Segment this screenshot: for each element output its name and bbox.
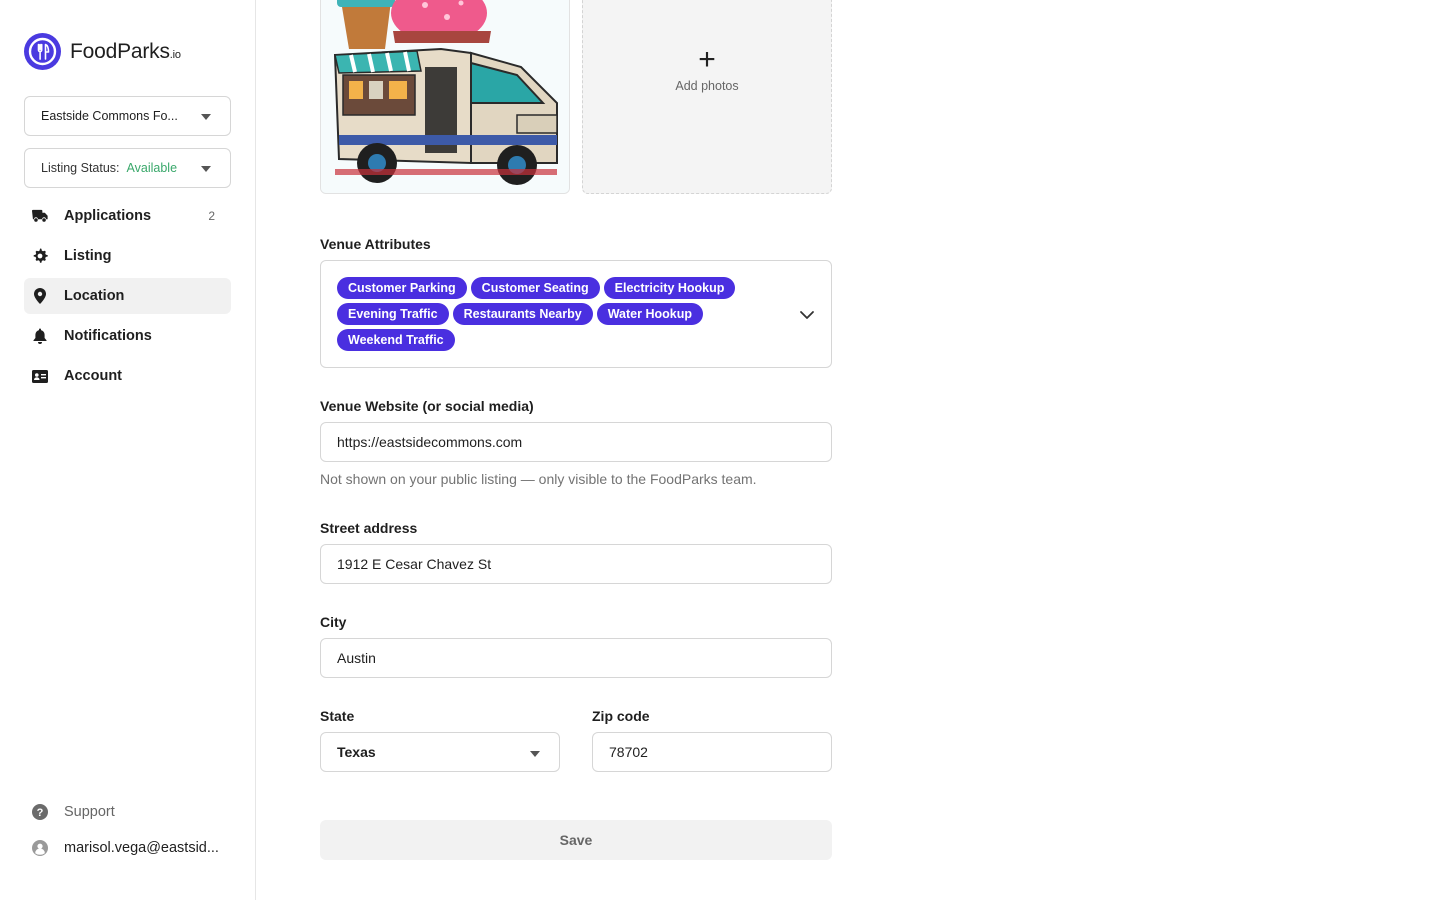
attribute-tag[interactable]: Restaurants Nearby [452, 303, 593, 325]
sidebar-item-location[interactable]: Location [24, 278, 231, 314]
sidebar-nav: Applications 2 Listing Location Notifica… [24, 198, 231, 398]
venue-photo[interactable] [320, 0, 570, 194]
attribute-tag[interactable]: Customer Parking [337, 277, 467, 299]
attribute-tag[interactable]: Weekend Traffic [337, 329, 455, 351]
sidebar-item-notifications[interactable]: Notifications [24, 318, 231, 354]
state-select-value: Texas [337, 744, 376, 760]
sidebar: FoodParks.io Eastside Commons Fo... List… [0, 0, 256, 900]
street-address-input[interactable]: 1912 E Cesar Chavez St [320, 544, 832, 584]
id-card-icon [32, 368, 48, 384]
gear-icon [32, 248, 48, 264]
truck-icon [32, 208, 48, 224]
sidebar-item-label: Account [64, 368, 122, 384]
svg-text:?: ? [37, 807, 44, 819]
support-label: Support [64, 804, 115, 820]
venue-select-value: Eastside Commons Fo... [41, 109, 178, 123]
brand-logo[interactable]: FoodParks.io [24, 33, 181, 70]
caret-down-icon [530, 751, 540, 757]
state-label: State [320, 708, 355, 724]
zip-code-input[interactable]: 78702 [592, 732, 832, 772]
bell-icon [32, 328, 48, 344]
street-address-label: Street address [320, 520, 418, 536]
zip-code-label: Zip code [592, 708, 650, 724]
sidebar-item-account[interactable]: Account [24, 358, 231, 394]
sidebar-item-label: Applications [64, 208, 152, 224]
attribute-tag[interactable]: Water Hookup [596, 303, 703, 325]
attribute-tag[interactable]: Evening Traffic [337, 303, 449, 325]
save-button[interactable]: Save [320, 820, 832, 860]
listing-status-select[interactable]: Listing Status: Available [24, 148, 231, 188]
user-menu[interactable]: marisol.vega@eastsid... [32, 840, 219, 856]
help-circle-icon: ? [32, 804, 48, 820]
listing-status-label: Listing Status: [41, 161, 120, 175]
plus-icon: + [698, 43, 716, 76]
brand-name: FoodParks [70, 39, 170, 63]
sidebar-item-listing[interactable]: Listing [24, 238, 231, 274]
sidebar-item-label: Listing [64, 248, 112, 264]
venue-attributes-tags: Customer Parking Customer Seating Electr… [337, 277, 747, 351]
sidebar-item-label: Notifications [64, 328, 152, 344]
state-select[interactable]: Texas [320, 732, 560, 772]
add-photos-label: Add photos [675, 79, 739, 93]
attribute-tag[interactable]: Customer Seating [470, 277, 600, 299]
fork-knife-icon [24, 33, 61, 70]
chevron-down-icon[interactable] [799, 307, 815, 323]
caret-down-icon [201, 114, 211, 120]
venue-website-label: Venue Website (or social media) [320, 398, 534, 414]
city-input[interactable]: Austin [320, 638, 832, 678]
venue-attributes-label: Venue Attributes [320, 236, 431, 252]
venue-select[interactable]: Eastside Commons Fo... [24, 96, 231, 136]
applications-count-badge: 2 [208, 209, 215, 223]
sidebar-item-label: Location [64, 288, 125, 304]
user-avatar-icon [32, 840, 48, 856]
food-truck-illustration [321, 0, 569, 193]
listing-status-value: Available [126, 161, 178, 175]
add-photos-button[interactable]: + Add photos [582, 0, 832, 194]
brand-suffix: .io [169, 48, 181, 61]
venue-website-input[interactable]: https://eastsidecommons.com [320, 422, 832, 462]
venue-attributes-multiselect[interactable]: Customer Parking Customer Seating Electr… [320, 260, 832, 368]
user-email: marisol.vega@eastsid... [64, 840, 219, 856]
map-pin-icon [32, 288, 48, 304]
city-label: City [320, 614, 347, 630]
attribute-tag[interactable]: Electricity Hookup [603, 277, 736, 299]
venue-website-helper: Not shown on your public listing — only … [320, 471, 757, 487]
sidebar-item-applications[interactable]: Applications 2 [24, 198, 231, 234]
support-link[interactable]: ? Support [32, 804, 115, 820]
caret-down-icon [201, 166, 211, 172]
